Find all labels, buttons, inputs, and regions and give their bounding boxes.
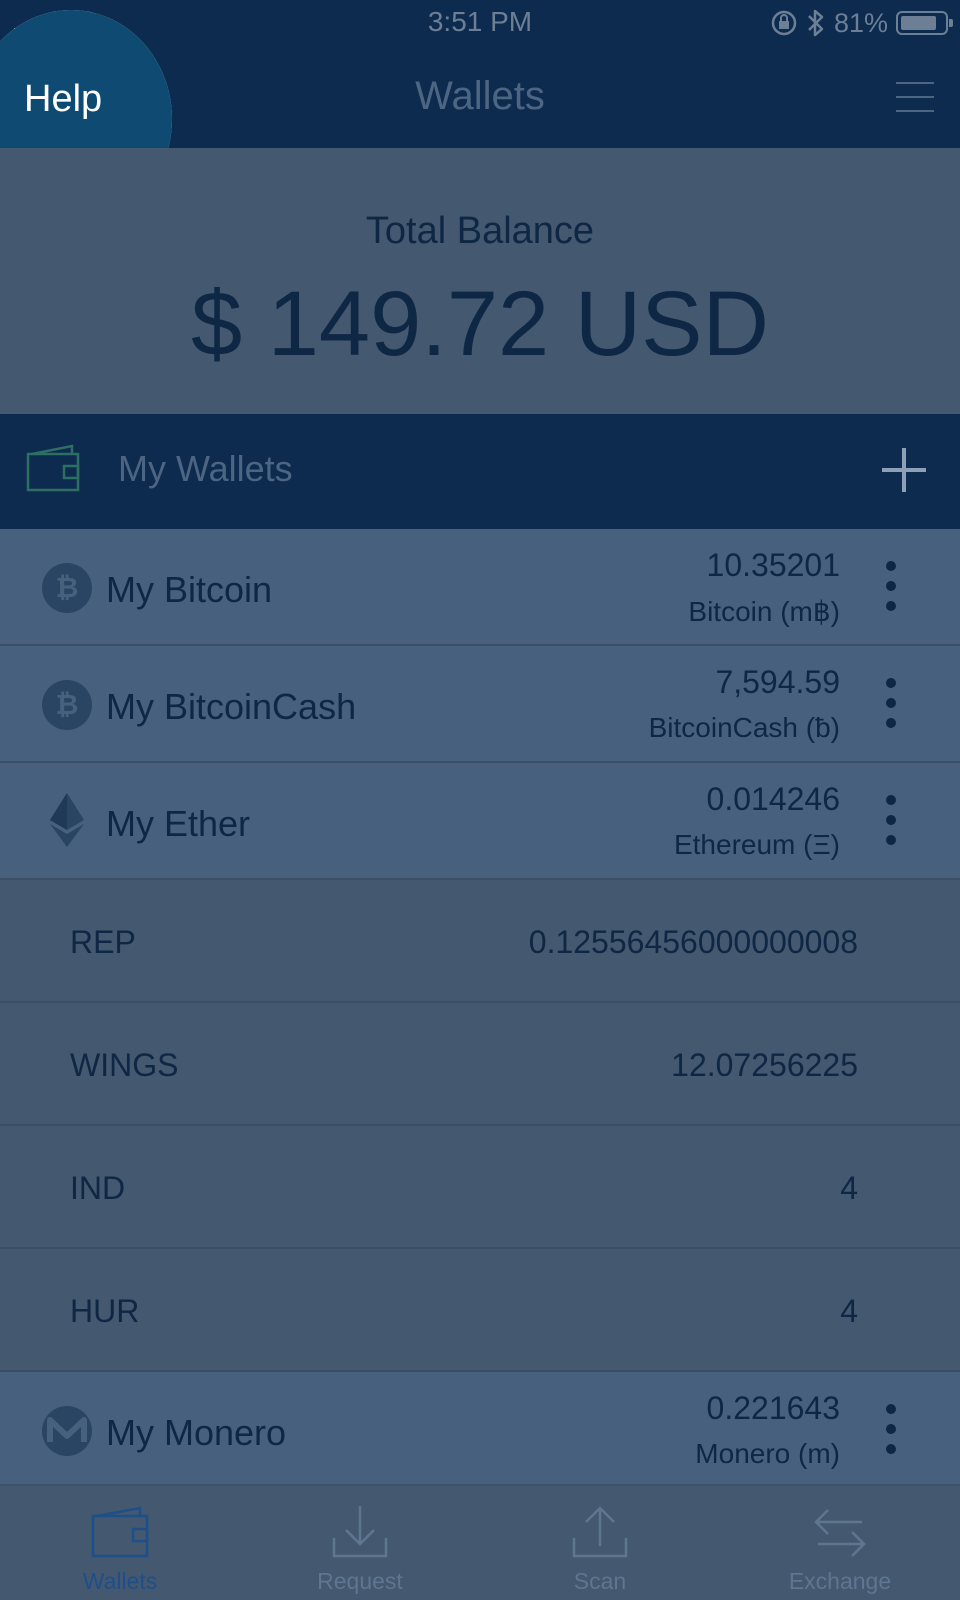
- wallet-name: My Bitcoin: [106, 569, 273, 610]
- wallet-list: ₿ My Bitcoin 10.35201 Bitcoin (m฿) ₿ My …: [0, 529, 960, 1489]
- my-wallets-label: My Wallets: [118, 448, 293, 489]
- exchange-arrows-icon: [814, 1509, 866, 1557]
- rotation-lock-icon: [771, 10, 797, 36]
- tab-wallets[interactable]: Wallets: [0, 1486, 240, 1600]
- total-balance-label: Total Balance: [365, 210, 595, 252]
- wallets-header: My Wallets: [0, 414, 960, 529]
- wallet-name: My BitcoinCash: [106, 686, 357, 727]
- wallet-row-bitcoincash[interactable]: ₿ My BitcoinCash 7,594.59 BitcoinCash (ƀ…: [0, 646, 960, 763]
- wallet-icon: [26, 444, 80, 492]
- token-name: WINGS: [70, 1047, 179, 1083]
- wallet-amount: 0.221643: [706, 1390, 840, 1426]
- tab-exchange[interactable]: Exchange: [720, 1486, 960, 1600]
- tab-label: Request: [317, 1568, 403, 1594]
- wallet-unit: BitcoinCash (ƀ): [648, 712, 840, 743]
- tab-bar: Wallets Request Scan Exchange: [0, 1484, 960, 1600]
- bluetooth-icon: [808, 9, 824, 37]
- wallet-name: My Monero: [106, 1412, 287, 1453]
- battery-percentage: 81%: [833, 7, 888, 38]
- wallet-row-ether[interactable]: My Ether 0.014246 Ethereum (Ξ): [0, 763, 960, 880]
- token-value: 4: [840, 1170, 858, 1206]
- token-value: 4: [840, 1293, 858, 1329]
- wallet-unit: Bitcoin (m฿): [688, 596, 840, 627]
- wallet-unit: Ethereum (Ξ): [673, 829, 840, 860]
- more-options-icon[interactable]: [884, 1404, 896, 1454]
- tab-label: Scan: [573, 1568, 627, 1594]
- token-value: 0.12556456000000008: [528, 924, 858, 960]
- more-options-icon[interactable]: [884, 561, 896, 611]
- upload-icon: [572, 1506, 628, 1558]
- bitcoin-icon: ₿: [42, 563, 92, 613]
- wallet-amount: 0.014246: [706, 781, 840, 817]
- token-row[interactable]: IND 4: [0, 1126, 960, 1249]
- tab-request[interactable]: Request: [240, 1486, 480, 1600]
- more-options-icon[interactable]: [884, 678, 896, 728]
- token-name: REP: [70, 924, 136, 960]
- tab-scan[interactable]: Scan: [480, 1486, 720, 1600]
- token-name: HUR: [70, 1293, 140, 1329]
- tab-label: Exchange: [788, 1568, 892, 1594]
- more-options-icon[interactable]: [884, 795, 896, 845]
- token-row[interactable]: REP 0.12556456000000008: [0, 880, 960, 1003]
- token-row[interactable]: HUR 4: [0, 1249, 960, 1372]
- wallets-screen: 3:51 PM 81% Wallets Help Total Balance $…: [0, 0, 960, 1600]
- add-wallet-icon[interactable]: [882, 448, 926, 492]
- battery-icon: [896, 11, 953, 35]
- total-balance-panel: Total Balance $ 149.72 USD: [0, 148, 960, 414]
- wallet-name: My Ether: [106, 803, 251, 844]
- wallet-row-bitcoin[interactable]: ₿ My Bitcoin 10.35201 Bitcoin (m฿): [0, 529, 960, 646]
- total-balance-value: $ 149.72 USD: [191, 273, 769, 375]
- token-row[interactable]: WINGS 12.07256225: [0, 1003, 960, 1126]
- token-name: IND: [70, 1170, 126, 1206]
- tab-label: Wallets: [82, 1568, 158, 1594]
- wallet-row-monero[interactable]: My Monero 0.221643 Monero (m): [0, 1372, 960, 1489]
- help-button[interactable]: Help: [24, 78, 102, 121]
- hamburger-menu-icon[interactable]: [896, 80, 934, 114]
- ethereum-icon: [50, 793, 84, 847]
- monero-icon: [42, 1406, 92, 1456]
- wallet-amount: 10.35201: [706, 547, 840, 583]
- bitcoin-cash-icon: ₿: [42, 680, 92, 730]
- wallet-amount: 7,594.59: [715, 664, 840, 700]
- token-value: 12.07256225: [671, 1047, 858, 1083]
- wallet-unit: Monero (m): [695, 1438, 840, 1469]
- wallet-icon: [91, 1506, 149, 1558]
- download-icon: [332, 1506, 388, 1558]
